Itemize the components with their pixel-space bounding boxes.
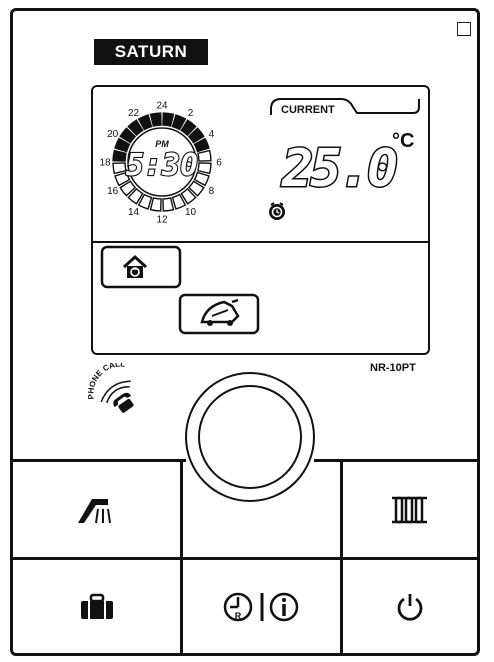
model-label: NR-10PT — [370, 362, 416, 374]
dial-hour-label: 24 — [156, 101, 168, 112]
dial-hour-label: 18 — [99, 158, 111, 169]
clock-reset-info-icon: R — [223, 592, 298, 622]
dial-hour-label: 6 — [216, 158, 222, 169]
dial-segment — [197, 162, 212, 175]
shower-button[interactable] — [14, 462, 180, 557]
dial-hour-label: 16 — [107, 186, 119, 197]
phone-icon — [100, 380, 134, 413]
suitcase-icon — [81, 593, 113, 619]
temperature-value: 25.0 — [281, 139, 397, 199]
timer-icon — [269, 202, 285, 220]
dial-segment — [162, 197, 175, 212]
clock-time: 5:30 — [126, 148, 198, 183]
home-mode-indicator — [100, 245, 182, 289]
dial-hour-label: 8 — [209, 186, 215, 197]
temperature-unit: °C — [392, 130, 414, 152]
brand-logo: SATURN — [94, 39, 208, 65]
dial-hour-label: 14 — [128, 207, 140, 218]
phone-call-logo: PHONE CALL — [86, 363, 134, 413]
dial-hour-label: 2 — [188, 108, 194, 119]
svg-text:R: R — [234, 611, 241, 621]
dial-segment — [149, 197, 162, 212]
dial-segment — [162, 112, 175, 127]
shower-icon — [78, 498, 111, 523]
dial-segment — [149, 112, 162, 127]
lcd-svg: 24246810121416182022 PM 5:30 CURRENT 25.… — [99, 98, 420, 335]
reset-info-button[interactable]: R — [183, 560, 340, 654]
lcd-display: 24 2 4 6 8 10 12 14 16 18 20 22 PM 5:30 CURRENT 25.… — [91, 85, 430, 355]
dial-hour-label: 20 — [107, 129, 119, 140]
knob-inner-ring — [198, 385, 302, 489]
radiator-icon — [392, 496, 427, 523]
dial-hour-label: 22 — [128, 108, 140, 119]
power-icon — [397, 594, 423, 621]
dial-segment — [112, 149, 127, 162]
power-button[interactable] — [343, 560, 477, 654]
dial-hour-label: 4 — [209, 129, 215, 140]
lcd-divider — [93, 241, 428, 243]
radiator-button[interactable] — [343, 462, 477, 557]
dial-hour-label: 10 — [185, 207, 197, 218]
eco-mode-indicator — [178, 293, 260, 335]
dial-segment — [197, 149, 212, 162]
rotary-knob[interactable] — [185, 372, 315, 502]
current-label: CURRENT — [281, 104, 335, 116]
corner-checkbox[interactable] — [457, 22, 471, 36]
dial-segment — [112, 162, 127, 175]
away-button[interactable] — [14, 560, 180, 654]
dial-hour-label: 12 — [156, 215, 168, 226]
